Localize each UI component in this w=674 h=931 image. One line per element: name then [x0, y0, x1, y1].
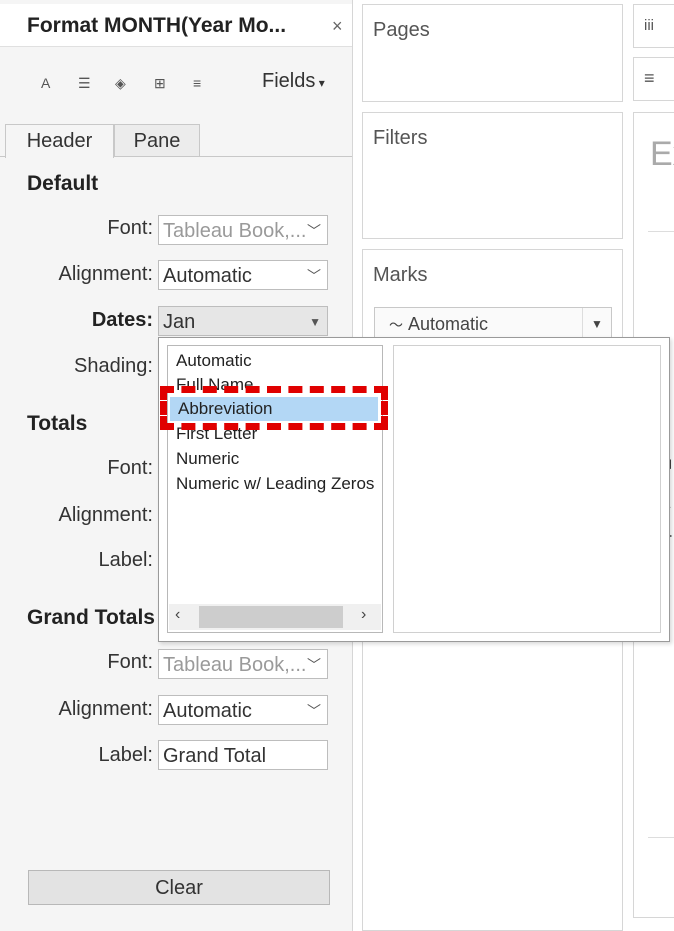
option-numeric-leading-zeros[interactable]: Numeric w/ Leading Zeros [168, 472, 380, 496]
chevron-down-icon: ﹀ [307, 223, 321, 239]
shading-icon[interactable]: ◈ [115, 75, 126, 92]
chevron-down-icon: ﹀ [307, 268, 321, 284]
tab-header[interactable]: Header [5, 124, 114, 158]
default-dates-value: Jan [163, 311, 196, 333]
format-preview-pane [393, 345, 661, 633]
default-alignment-label: Alignment: [58, 263, 154, 285]
tab-pane[interactable]: Pane [114, 124, 200, 157]
caret-down-icon: ▼ [309, 315, 321, 329]
rows-icon: ≡ [644, 68, 655, 88]
rows-shelf[interactable]: ≡ [633, 57, 674, 101]
totals-font-label: Font: [107, 457, 153, 479]
default-alignment-select[interactable]: Automatic ﹀ [158, 260, 328, 290]
chevron-down-icon: ﹀ [307, 703, 321, 719]
columns-icon: iii [644, 17, 654, 34]
mark-type-select[interactable]: 〜 Automatic ▼ [374, 307, 612, 340]
mark-type-value: Automatic [408, 314, 489, 334]
pages-shelf[interactable]: Pages [362, 4, 623, 102]
marks-card-title: Marks [373, 264, 428, 286]
default-font-label: Font: [107, 217, 153, 239]
grand-totals-font-select[interactable]: Tableau Book,... ﹀ [158, 649, 328, 679]
caret-down-icon: ▾ [315, 76, 325, 90]
default-dates-select[interactable]: Jan ▼ [158, 306, 328, 336]
grand-totals-label-label: Label: [98, 744, 154, 766]
option-numeric[interactable]: Numeric [168, 447, 380, 471]
caret-down-icon: ▼ [582, 308, 611, 340]
dates-format-dropdown: Automatic Full Name Abbreviation First L… [158, 337, 670, 642]
pages-shelf-title: Pages [373, 19, 430, 41]
scroll-thumb[interactable] [199, 606, 343, 628]
fields-label: Fields [262, 70, 316, 92]
grand-totals-alignment-value: Automatic [163, 700, 252, 722]
font-icon[interactable]: A [41, 75, 50, 91]
format-panel-title: Format MONTH(Year Mo... [27, 14, 287, 37]
grand-totals-alignment-label: Alignment: [58, 698, 154, 720]
horizontal-scrollbar[interactable]: ‹ › [169, 604, 381, 630]
grand-totals-font-label: Font: [107, 651, 153, 673]
scroll-left-icon[interactable]: ‹ [175, 606, 180, 624]
grand-totals-alignment-select[interactable]: Automatic ﹀ [158, 695, 328, 725]
close-icon[interactable]: × [332, 16, 343, 37]
scroll-right-icon[interactable]: › [361, 606, 366, 624]
clear-button[interactable]: Clear [28, 870, 330, 905]
chevron-down-icon: ﹀ [307, 657, 321, 673]
alignment-icon[interactable]: ☰ [78, 75, 91, 92]
section-grand-totals-title: Grand Totals [27, 606, 155, 629]
section-default-title: Default [27, 172, 99, 195]
lines-icon[interactable]: ≡ [193, 75, 201, 91]
totals-alignment-label: Alignment: [58, 504, 154, 526]
option-automatic[interactable]: Automatic [168, 349, 380, 373]
filters-shelf[interactable]: Filters [362, 112, 623, 239]
divider [648, 231, 674, 232]
line-chart-icon: 〜 [389, 317, 403, 333]
section-totals-title: Totals [27, 412, 88, 435]
grand-totals-label-input[interactable]: Grand Total [158, 740, 328, 770]
default-alignment-value: Automatic [163, 265, 252, 287]
filters-shelf-title: Filters [373, 127, 428, 149]
divider [648, 837, 674, 838]
fields-dropdown[interactable]: Fields ▾ [262, 70, 325, 93]
default-font-value: Tableau Book,... [163, 220, 307, 242]
default-font-select[interactable]: Tableau Book,... ﹀ [158, 215, 328, 245]
highlight-annotation [160, 386, 388, 430]
columns-shelf[interactable]: iii [633, 4, 674, 48]
view-title: Ex [650, 135, 674, 173]
default-shading-label: Shading: [74, 355, 153, 377]
grand-totals-font-value: Tableau Book,... [163, 654, 307, 676]
default-dates-label: Dates: [91, 309, 153, 331]
totals-label-label: Label: [98, 549, 154, 571]
borders-icon[interactable]: ⊞ [154, 75, 166, 92]
format-title-bar: Format MONTH(Year Mo... × [0, 4, 352, 47]
